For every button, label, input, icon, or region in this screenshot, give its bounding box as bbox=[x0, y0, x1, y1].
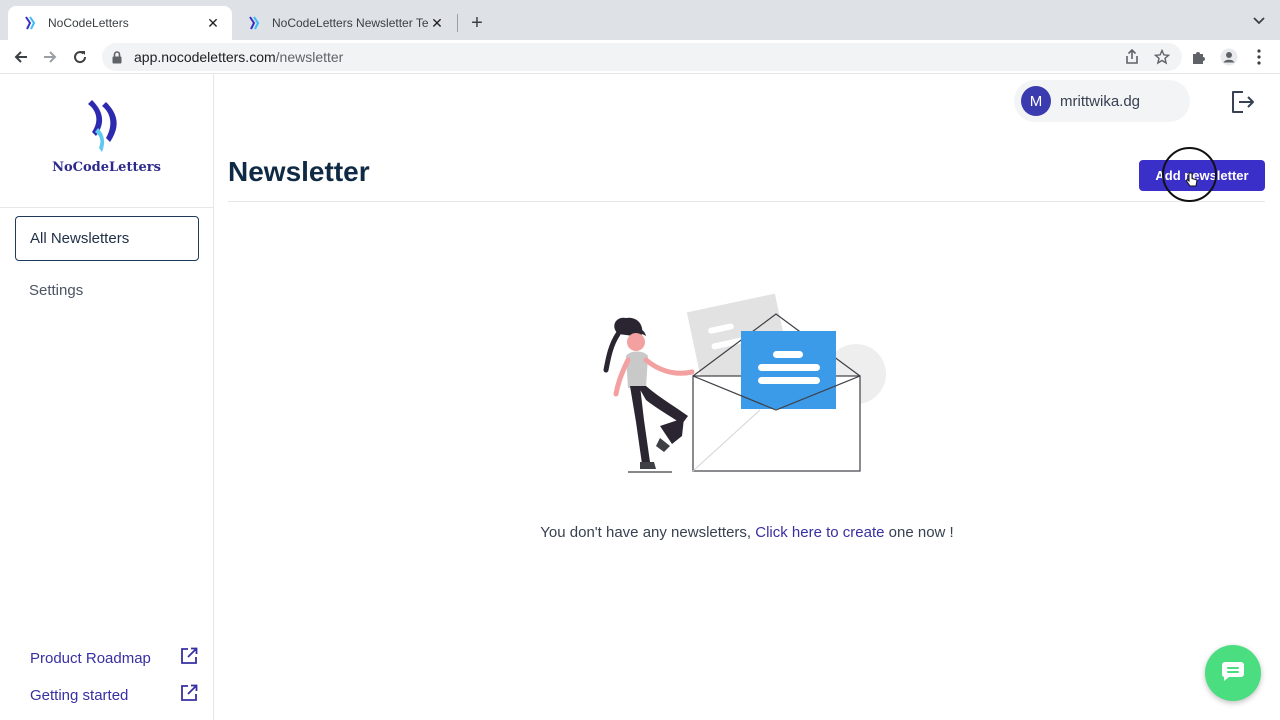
page-title: Newsletter bbox=[228, 156, 370, 187]
browser-menu-icon[interactable] bbox=[1249, 47, 1269, 67]
empty-message-prefix: You don't have any newsletters, bbox=[540, 524, 756, 541]
link-label: Getting started bbox=[30, 686, 129, 704]
url-path: /newsletter bbox=[275, 49, 344, 65]
logo[interactable]: NoCodeLetters bbox=[0, 74, 213, 208]
close-tab-icon[interactable]: ✕ bbox=[204, 14, 222, 32]
chat-bubble-icon bbox=[1221, 660, 1245, 687]
hand-pointer-cursor-icon bbox=[1185, 172, 1198, 193]
sidebar-item-label: Settings bbox=[29, 282, 84, 299]
sidebar-item-label: All Newsletters bbox=[30, 230, 130, 247]
link-label: Product Roadmap bbox=[30, 649, 151, 667]
external-link-icon bbox=[180, 684, 198, 706]
browser-tab[interactable]: NoCodeLetters Newsletter Ten ✕ bbox=[232, 6, 456, 40]
browser-toolbar: app.nocodeletters.com/newsletter bbox=[0, 40, 1280, 74]
browser-tab-title: NoCodeLetters bbox=[48, 16, 129, 30]
sidebar-item-all-newsletters[interactable]: All Newsletters bbox=[15, 216, 199, 261]
user-menu[interactable]: M mrittwika.dg bbox=[1014, 80, 1190, 122]
address-bar[interactable]: app.nocodeletters.com/newsletter bbox=[102, 43, 1182, 71]
empty-message-suffix: one now ! bbox=[884, 524, 954, 541]
chat-widget-button[interactable] bbox=[1205, 645, 1261, 701]
username: mrittwika.dg bbox=[1060, 92, 1141, 110]
extensions-puzzle-icon[interactable] bbox=[1189, 47, 1209, 67]
nocodeletters-favicon-icon bbox=[22, 15, 38, 31]
profile-icon[interactable] bbox=[1219, 47, 1239, 67]
share-icon[interactable] bbox=[1122, 47, 1142, 67]
sidebar-item-settings[interactable]: Settings bbox=[15, 268, 199, 313]
reload-icon[interactable] bbox=[69, 46, 91, 68]
empty-state-message: You don't have any newsletters, Click he… bbox=[0, 524, 1280, 541]
getting-started-link[interactable]: Getting started bbox=[30, 684, 198, 706]
tab-search-chevron-icon[interactable] bbox=[1250, 12, 1268, 30]
lock-icon bbox=[112, 50, 126, 64]
nocodeletters-logo-icon bbox=[86, 98, 128, 161]
logo-text: NoCodeLetters bbox=[52, 160, 161, 175]
url-host: app.nocodeletters.com bbox=[134, 49, 276, 65]
empty-state-illustration bbox=[600, 286, 890, 481]
new-tab-plus-icon[interactable]: + bbox=[466, 12, 488, 34]
logout-icon[interactable] bbox=[1228, 88, 1256, 116]
avatar: M bbox=[1021, 86, 1051, 116]
forward-arrow-icon[interactable] bbox=[39, 46, 61, 68]
sidebar: NoCodeLetters All Newsletters Settings P… bbox=[0, 74, 214, 720]
bookmark-star-icon[interactable] bbox=[1152, 47, 1172, 67]
external-link-icon bbox=[180, 647, 198, 669]
back-arrow-icon[interactable] bbox=[10, 46, 32, 68]
create-newsletter-link[interactable]: Click here to create bbox=[755, 524, 884, 541]
nocodeletters-favicon-icon bbox=[246, 15, 262, 31]
browser-tabstrip: NoCodeLetters ✕ NoCodeLetters Newsletter… bbox=[0, 0, 1280, 40]
close-tab-icon[interactable]: ✕ bbox=[428, 14, 446, 32]
browser-tab-active[interactable]: NoCodeLetters ✕ bbox=[8, 6, 232, 40]
product-roadmap-link[interactable]: Product Roadmap bbox=[30, 647, 198, 669]
browser-tab-title: NoCodeLetters Newsletter Ten bbox=[272, 16, 428, 30]
tab-separator bbox=[457, 14, 458, 32]
header-divider bbox=[228, 201, 1265, 202]
